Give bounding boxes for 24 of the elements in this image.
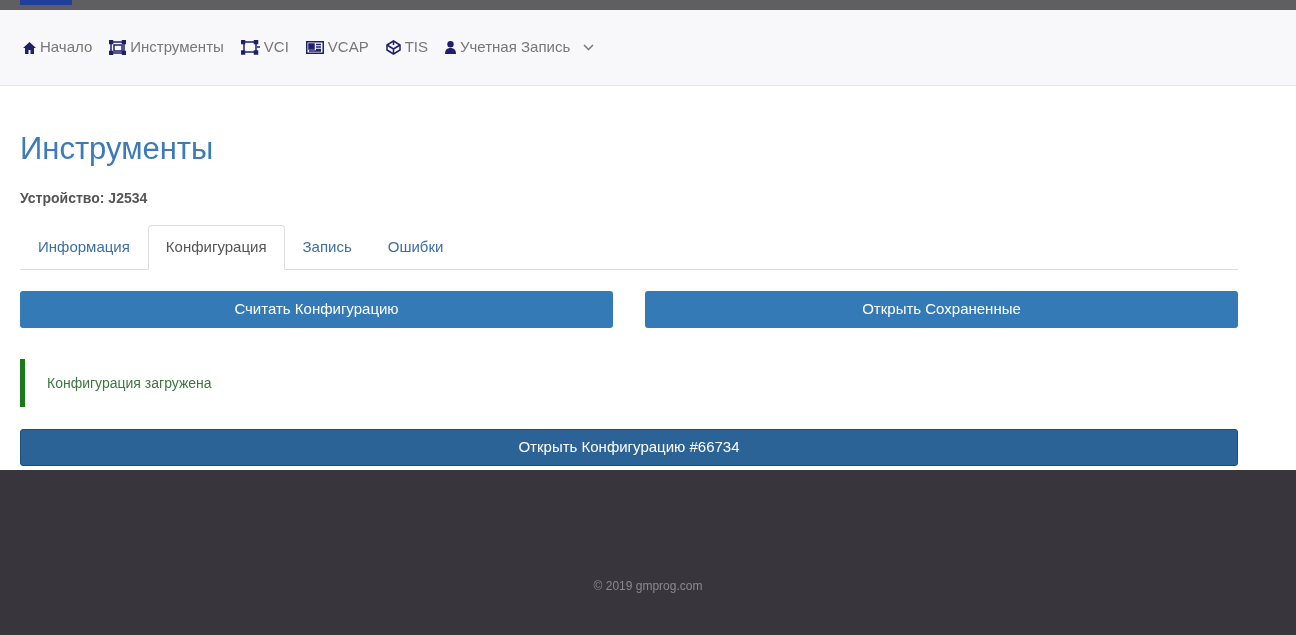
nav-link[interactable]: Инструменты — [109, 36, 224, 59]
logo-icon[interactable] — [20, 0, 72, 5]
cube-icon — [385, 40, 401, 55]
tab[interactable]: Конфигурация — [147, 225, 285, 270]
vector-icon — [240, 40, 260, 55]
tab[interactable]: Запись — [284, 225, 370, 269]
open-configuration-button[interactable]: Открыть Конфигурацию #66734 — [20, 429, 1238, 466]
action-button[interactable]: Открыть Сохраненные — [645, 291, 1238, 328]
nav-link[interactable]: Учетная Запись — [445, 36, 595, 59]
action-button[interactable]: Считать Конфигурацию — [20, 291, 613, 328]
newspaper-icon — [305, 41, 324, 54]
home-icon — [23, 41, 36, 54]
nav-link[interactable]: VCI — [240, 36, 289, 59]
status-message: Конфигурация загружена — [47, 373, 212, 393]
frame-icon — [109, 40, 127, 55]
tab[interactable]: Ошибки — [369, 225, 462, 269]
user-icon — [445, 41, 456, 54]
nav-link[interactable]: VCAP — [305, 36, 369, 59]
tab[interactable]: Информация — [20, 225, 148, 269]
nav-link[interactable]: Начало — [23, 36, 93, 59]
copyright-text: © 2019 gmprog.com — [593, 578, 703, 595]
nav-link[interactable]: TIS — [385, 36, 428, 59]
page-title: Инструменты — [20, 130, 215, 168]
device-label: Устройство: J2534 — [20, 189, 149, 208]
